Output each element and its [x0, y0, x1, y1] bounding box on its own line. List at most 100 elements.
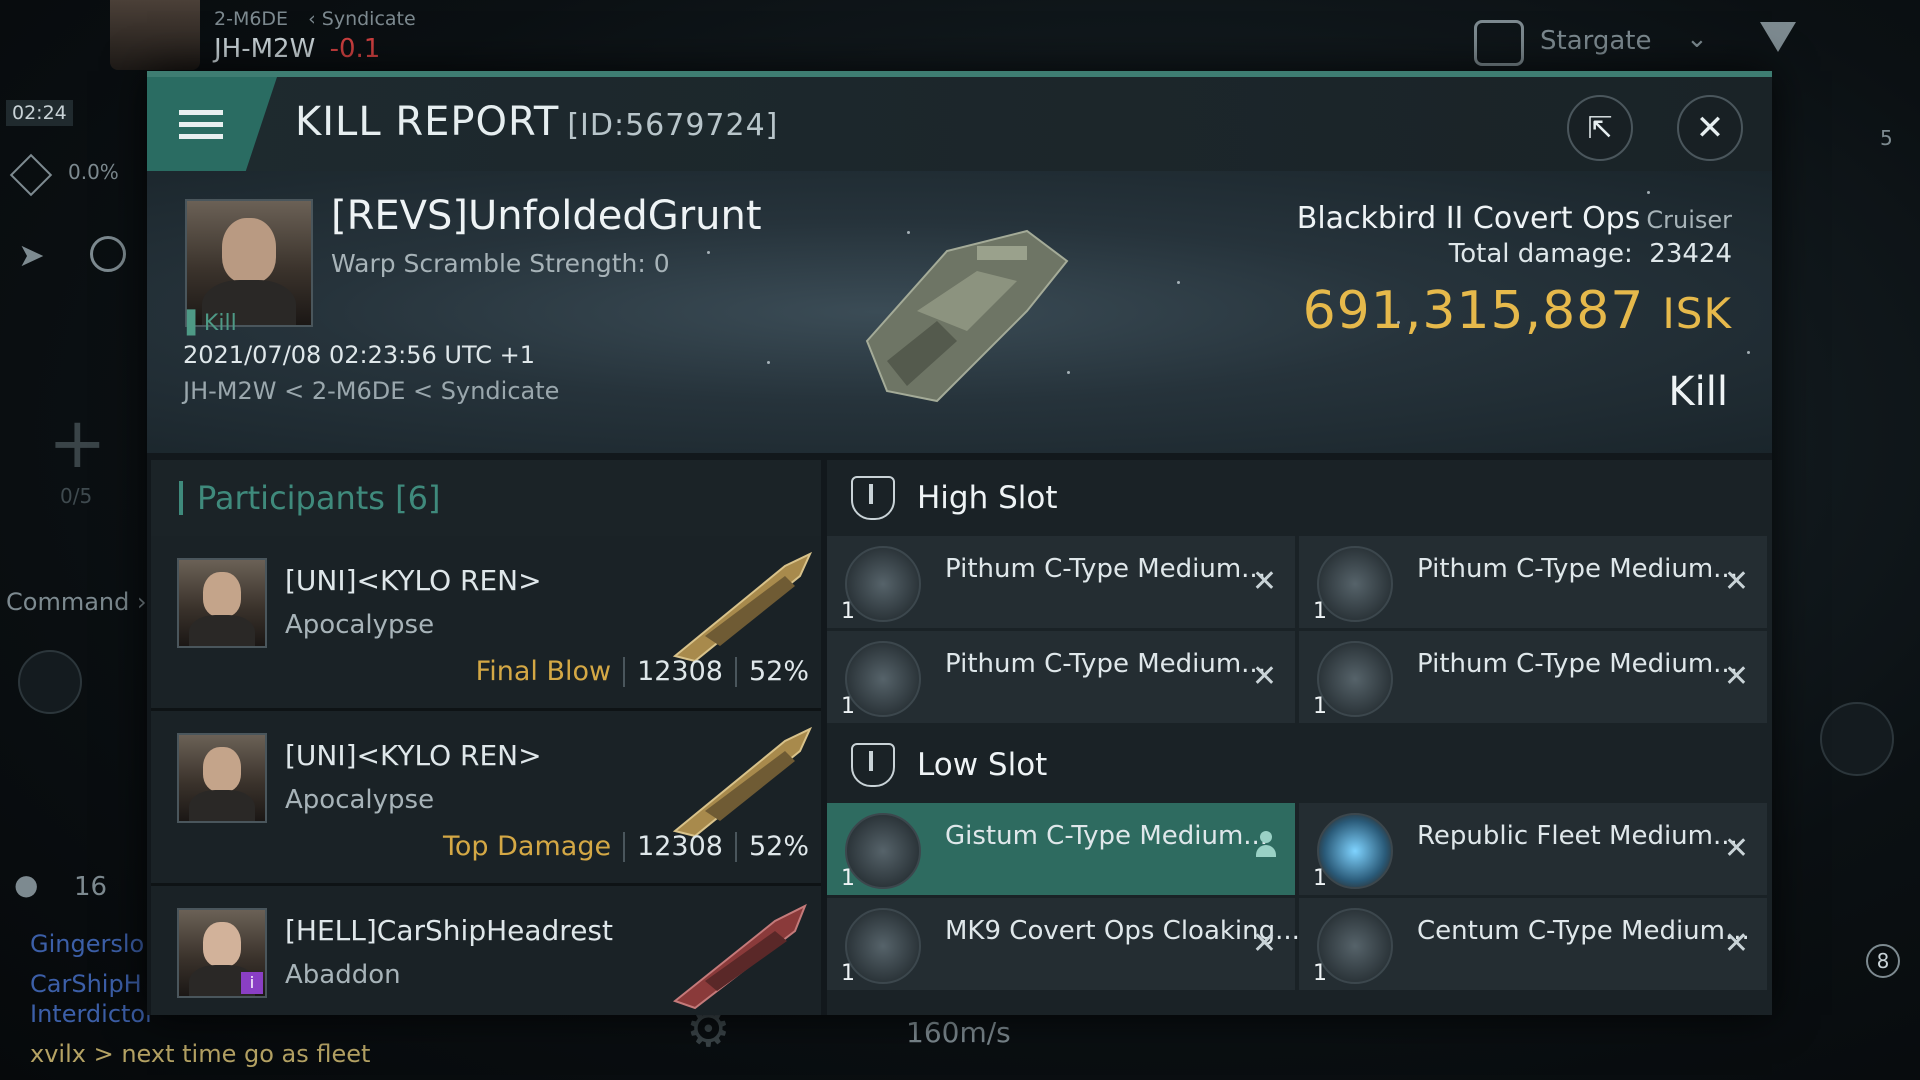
participant-damage: 12308 [637, 656, 723, 687]
participant-row[interactable]: i [HELL]CarShipHeadrest Abaddon [151, 886, 821, 1015]
command-target-icon[interactable] [18, 650, 82, 714]
shield-booster-icon [845, 546, 921, 622]
navigate-icon[interactable]: ➤ [18, 236, 45, 274]
swap-icon[interactable] [1820, 702, 1894, 776]
participant-ship: Abaddon [285, 960, 401, 990]
high-slot-grid: 1 Pithum C-Type Medium... ✕ 1 Pithum C-T… [827, 536, 1772, 723]
chat-message: xvilx > next time go as fleet [30, 1040, 371, 1068]
participant-ship: Apocalypse [285, 610, 435, 640]
destroyed-x-icon: ✕ [1251, 659, 1277, 694]
modal-title: KILL REPORT [ID:5679724] [295, 99, 779, 145]
info-badge-icon: i [241, 972, 263, 994]
chat-list[interactable]: Gingerslo CarShipH [30, 924, 144, 1004]
participant-name: [HELL]CarShipHeadrest [285, 914, 613, 947]
top-damage-label: Top Damage [443, 831, 612, 862]
cargo-pct: 0.0% [68, 160, 119, 184]
total-damage: Total damage: 23424 [1448, 239, 1732, 269]
chat-name[interactable]: CarShipH [30, 964, 144, 1004]
abaddon-ship-icon [672, 903, 807, 1010]
kill-report-modal: KILL REPORT [ID:5679724] ⇱ ✕ [REVS]Unfold… [147, 71, 1772, 1015]
high-slot-icon [851, 476, 895, 520]
menu-button[interactable] [147, 77, 277, 171]
participant-stats: Top Damage 12308 52% [443, 831, 809, 862]
chevron-down-icon[interactable]: ⌄ [1686, 24, 1708, 54]
dropped-user-icon [1255, 831, 1277, 859]
module-item[interactable]: 1 Republic Fleet Medium... ✕ [1299, 803, 1767, 895]
close-icon: ✕ [1695, 108, 1725, 148]
share-button[interactable]: ⇱ [1567, 95, 1633, 161]
participant-name: [UNI]<KYLO REN> [285, 739, 542, 772]
kill-date: 2021/07/08 02:23:56 UTC +1 [183, 341, 535, 369]
system-path[interactable]: 2-M6DE ‹ Syndicate [214, 8, 416, 30]
high-slot-header: High Slot [827, 460, 1772, 536]
module-item[interactable]: 1 Centum C-Type Medium... ✕ [1299, 898, 1767, 990]
participant-stats: Final Blow 12308 52% [476, 656, 809, 687]
final-blow-label: Final Blow [475, 656, 612, 687]
pilot-avatar[interactable] [110, 0, 200, 70]
destroyed-x-icon: ✕ [1723, 564, 1749, 599]
apocalypse-ship-icon [672, 551, 813, 663]
isk-value: 691,315,887 ISK [1302, 281, 1732, 341]
victim-banner: [REVS]UnfoldedGrunt Warp Scramble Streng… [147, 171, 1772, 453]
victim-portrait[interactable] [185, 199, 313, 327]
low-slot-header: Low Slot [827, 727, 1772, 803]
participant-pct: 52% [748, 831, 809, 862]
module-item[interactable]: 1 Pithum C-Type Medium... ✕ [1299, 536, 1767, 628]
fitting-panel[interactable]: High Slot 1 Pithum C-Type Medium... ✕ 1 … [827, 460, 1772, 1015]
low-slot-grid: 1 Gistum C-Type Medium... 1 Republic Fle… [827, 803, 1772, 990]
participant-pct: 52% [748, 656, 809, 687]
command-label[interactable]: Command › [6, 588, 147, 616]
participant-row[interactable]: [UNI]<KYLO REN> Apocalypse Top Damage 12… [151, 711, 821, 886]
shield-booster-icon [845, 641, 921, 717]
participant-row[interactable]: [UNI]<KYLO REN> Apocalypse Final Blow 12… [151, 536, 821, 711]
participants-header: Participants [6] [151, 460, 821, 536]
module-item[interactable]: 1 MK9 Covert Ops Cloaking... ✕ [827, 898, 1300, 990]
destroyed-x-icon: ✕ [1723, 831, 1749, 866]
shield-booster-icon [1317, 641, 1393, 717]
participants-panel[interactable]: Participants [6] [UNI]<KYLO REN> Apocaly… [151, 460, 821, 1015]
time-readout: 02:24 [6, 100, 73, 126]
participant-portrait[interactable] [177, 733, 267, 823]
close-button[interactable]: ✕ [1677, 95, 1743, 161]
local-count: 16 [74, 872, 108, 902]
apocalypse-ship-icon [672, 726, 813, 838]
module-item[interactable]: 1 Pithum C-Type Medium... ✕ [827, 631, 1295, 723]
drone-badge: 8 [1866, 944, 1900, 978]
participant-portrait[interactable] [177, 558, 267, 648]
hamburger-icon [179, 103, 223, 146]
local-user-icon: ● [14, 868, 39, 901]
participant-portrait[interactable]: i [177, 908, 267, 998]
destroyed-x-icon: ✕ [1723, 659, 1749, 694]
destroyed-x-icon: ✕ [1723, 926, 1749, 961]
chat-name[interactable]: Gingerslo [30, 924, 144, 964]
chevron-left-icon: ‹ [308, 8, 316, 30]
participant-ship: Apocalypse [285, 785, 435, 815]
chat-subtitle: Interdictor [30, 1000, 155, 1028]
low-slot-icon [851, 743, 895, 787]
shield-module-icon [1317, 908, 1393, 984]
destroyed-x-icon: ✕ [1251, 564, 1277, 599]
modal-header: KILL REPORT [ID:5679724] ⇱ ✕ [147, 77, 1772, 171]
victim-name[interactable]: [REVS]UnfoldedGrunt [331, 193, 762, 239]
current-system[interactable]: JH-M2W -0.1 [214, 34, 380, 64]
kill-tag: ▌Kill [187, 311, 237, 336]
share-icon: ⇱ [1587, 110, 1613, 146]
module-item[interactable]: 1 Pithum C-Type Medium... ✕ [827, 536, 1295, 628]
add-fleet-icon[interactable]: + [48, 408, 107, 478]
module-item[interactable]: 1 Pithum C-Type Medium... ✕ [1299, 631, 1767, 723]
kill-id: [ID:5679724] [567, 108, 779, 143]
kill-result: Kill [1668, 369, 1728, 415]
stargate-label[interactable]: Stargate [1540, 26, 1652, 56]
participant-name: [UNI]<KYLO REN> [285, 564, 542, 597]
gistum-module-icon [845, 813, 921, 889]
republic-fleet-module-icon [1317, 813, 1393, 889]
stargate-icon[interactable] [1474, 20, 1524, 66]
approach-icon[interactable] [90, 236, 126, 272]
victim-ship-image [865, 229, 1069, 403]
victim-ship[interactable]: Blackbird II Covert Ops Cruiser [1297, 201, 1732, 236]
destroyed-x-icon: ✕ [1251, 926, 1277, 961]
cargo-icon[interactable] [9, 153, 53, 197]
module-item[interactable]: 1 Gistum C-Type Medium... [827, 803, 1295, 895]
kill-location: JH-M2W < 2-M6DE < Syndicate [183, 377, 560, 405]
filter-icon[interactable] [1760, 22, 1796, 52]
